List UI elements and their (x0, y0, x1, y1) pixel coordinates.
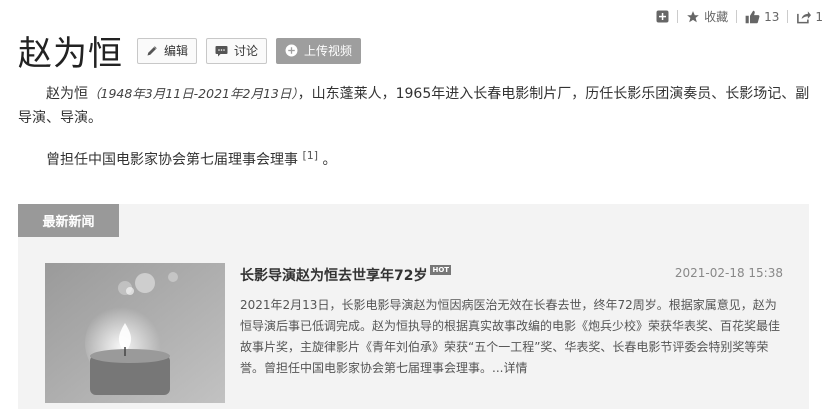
intro-paragraph: 赵为恒（1948年3月11日-2021年2月13日），山东蓬莱人，1965年进入… (18, 82, 813, 130)
like-button[interactable]: 13 (745, 10, 779, 24)
share-button[interactable]: 1 (796, 10, 823, 24)
top-toolbar: 收藏 13 1 (656, 8, 823, 25)
reference-link[interactable]: [1] (302, 149, 318, 162)
discuss-label: 讨论 (234, 44, 259, 58)
news-details-link[interactable]: ...详情 (492, 361, 527, 375)
edit-label: 编辑 (164, 44, 189, 58)
share-icon (796, 10, 812, 24)
like-count: 13 (764, 9, 780, 24)
upload-video-button[interactable]: 上传视频 (276, 37, 362, 64)
comment-icon (215, 45, 228, 57)
pencil-icon (146, 45, 158, 57)
share-count: 1 (815, 9, 823, 24)
discuss-button[interactable]: 讨论 (206, 37, 268, 64)
edit-button[interactable]: 编辑 (137, 37, 198, 64)
divider (787, 10, 789, 23)
title-row: 赵为恒 编辑 讨论 上传视频 (18, 26, 370, 75)
latest-news-section: 最新新闻 长影导演赵为恒去世享年72岁 HOT 2021-02-18 15:38… (18, 204, 809, 409)
news-title[interactable]: 长影导演赵为恒去世享年72岁 HOT (240, 265, 452, 285)
intro-paragraph-2: 曾担任中国电影家协会第七届理事会理事 [1] 。 (18, 144, 813, 172)
plus-circle-icon (285, 44, 298, 57)
news-summary: 2021年2月13日，长影电影导演赵为恒因病医治无效在长春去世，终年72周岁。根… (240, 295, 785, 379)
news-date: 2021-02-18 15:38 (674, 266, 783, 280)
intro-para2-end: 。 (322, 152, 337, 168)
news-item: 长影导演赵为恒去世享年72岁 HOT 2021-02-18 15:38 2021… (45, 263, 795, 409)
favorite-button[interactable]: 收藏 (686, 8, 728, 25)
add-button[interactable] (656, 10, 669, 23)
hot-badge: HOT (430, 265, 452, 275)
news-thumbnail[interactable] (45, 263, 225, 403)
star-icon (686, 10, 700, 24)
favorite-label: 收藏 (704, 10, 729, 24)
divider (677, 10, 679, 23)
tab-latest-news[interactable]: 最新新闻 (18, 204, 119, 237)
news-title-text: 长影导演赵为恒去世享年72岁 (240, 268, 428, 284)
divider (736, 10, 738, 23)
page-title: 赵为恒 (18, 34, 123, 74)
add-icon (656, 10, 669, 23)
upload-video-label: 上传视频 (304, 44, 353, 58)
intro-para2-text: 曾担任中国电影家协会第七届理事会理事 (46, 152, 298, 168)
intro-dates: （1948年3月11日-2021年2月13日） (88, 86, 298, 101)
intro-name: 赵为恒 (46, 86, 88, 102)
thumbs-up-icon (745, 10, 760, 24)
